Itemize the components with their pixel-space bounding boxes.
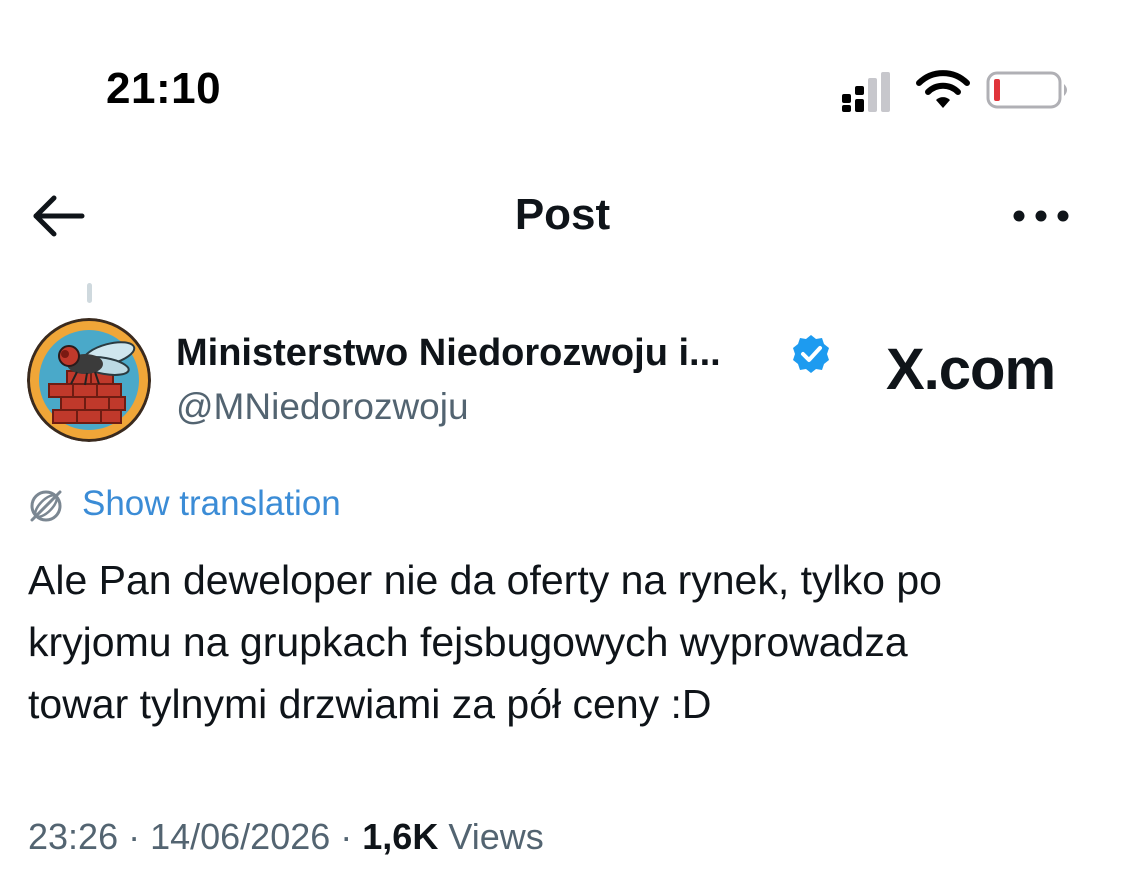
meta-separator: · [330, 816, 363, 857]
post-text: Ale Pan deweloper nie da oferty na rynek… [28, 549, 1108, 735]
post-date: 14/06/2026 [150, 816, 331, 857]
post-text-line: kryjomu na grupkach fejsbugowych wyprowa… [28, 619, 908, 665]
translate-globe-icon [30, 490, 62, 522]
post-time: 23:26 [28, 816, 119, 857]
author-display-name[interactable]: Ministerstwo Niedorozwoju i... [176, 332, 721, 375]
post-text-line: Ale Pan deweloper nie da oferty na rynek… [28, 557, 942, 603]
fly-on-bricks-avatar [27, 318, 151, 442]
page-title: Post [514, 190, 611, 239]
post-meta: 23:26 · 14/06/2026 · 1,6K Views [28, 816, 544, 858]
more-horizontal-icon [1013, 210, 1069, 222]
watermark: X.com [886, 337, 1056, 402]
views-count[interactable]: 1,6K [362, 816, 438, 857]
avatar[interactable] [27, 318, 151, 442]
verified-badge-icon [793, 335, 829, 373]
more-options-button[interactable] [1006, 196, 1076, 236]
thread-connector [87, 283, 92, 303]
wifi-icon [916, 70, 970, 108]
show-translation-link[interactable]: Show translation [82, 484, 341, 524]
views-label: Views [448, 816, 544, 857]
status-time: 21:10 [106, 64, 222, 113]
author-handle[interactable]: @MNiedorozwoju [176, 386, 469, 428]
cellular-signal-icon [842, 72, 890, 112]
battery-low-icon [986, 71, 1067, 109]
post-text-line: towar tylnymi drzwiami za pół ceny :D [28, 681, 712, 727]
meta-separator: · [118, 816, 151, 857]
